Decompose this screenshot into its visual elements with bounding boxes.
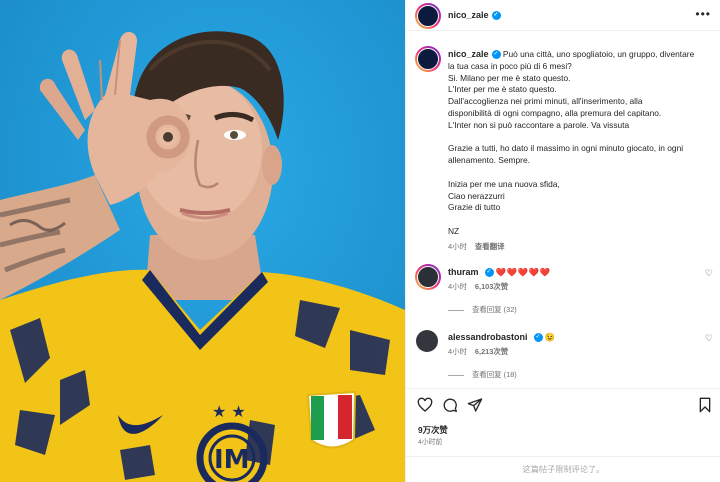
caption-line: L'Inter per me è stato questo. bbox=[448, 84, 557, 95]
commenter-avatar[interactable] bbox=[416, 330, 438, 352]
commenter-username[interactable]: alessandrobastoni bbox=[448, 332, 528, 342]
view-replies-button[interactable]: 查看回复 (32) bbox=[448, 304, 517, 315]
commenter-avatar[interactable] bbox=[415, 264, 441, 290]
comment-text: alessandrobastoni ✓ 😉 bbox=[448, 332, 555, 343]
likes-count[interactable]: 9万次赞 bbox=[418, 424, 448, 436]
player-photo: ★ ★ IM bbox=[0, 0, 405, 482]
caption-meta: 4小时 查看翻译 bbox=[448, 241, 504, 252]
view-replies-label[interactable]: 查看回复 (18) bbox=[472, 370, 517, 379]
share-icon[interactable] bbox=[467, 397, 483, 413]
caption-signature: NZ bbox=[448, 225, 460, 236]
caption-line: Si. Milano per me è stato questo. bbox=[448, 72, 571, 83]
comment-like-heart-icon[interactable]: ♡ bbox=[705, 268, 713, 279]
caption-avatar[interactable] bbox=[415, 46, 441, 72]
comment-likes[interactable]: 6,213次赞 bbox=[475, 347, 508, 356]
caption-line: allenamento. Sempre. bbox=[448, 155, 530, 166]
caption-line: la tua casa in poco più di 6 mesi? bbox=[448, 60, 572, 71]
comment-like-heart-icon[interactable]: ♡ bbox=[705, 333, 713, 344]
view-replies-button[interactable]: 查看回复 (18) bbox=[448, 369, 517, 380]
comment-body: 😉 bbox=[544, 332, 556, 342]
caption-line: Grazie a tutti, ho dato il massimo in og… bbox=[448, 143, 684, 154]
comments-section[interactable]: nico_zale ✓ Può una città, uno spogliatoi… bbox=[406, 32, 720, 388]
caption-line: Grazie di tutto bbox=[448, 202, 501, 213]
see-translation-link[interactable]: 查看翻译 bbox=[475, 242, 505, 251]
caption-line: Ciao nerazzurri bbox=[448, 190, 505, 201]
verified-badge-icon: ✓ bbox=[533, 333, 543, 343]
caption-time: 4小时 bbox=[448, 242, 467, 251]
author-avatar[interactable] bbox=[415, 3, 441, 29]
replies-divider bbox=[448, 309, 464, 311]
view-replies-label[interactable]: 查看回复 (32) bbox=[472, 305, 517, 314]
post-header: nico_zale ✓ ••• bbox=[406, 0, 720, 31]
author-username-text[interactable]: nico_zale bbox=[448, 10, 489, 20]
verified-badge-icon: ✓ bbox=[491, 50, 501, 60]
comment-text: thuram ✓ ❤️❤️❤️❤️❤️ bbox=[448, 267, 550, 278]
comment-icon[interactable] bbox=[442, 397, 458, 413]
post-image: ★ ★ IM bbox=[0, 0, 405, 482]
caption-text: nico_zale ✓ Può una città, uno spogliatoi… bbox=[448, 49, 713, 238]
post-sidebar: nico_zale ✓ ••• nico_zale ✓ Può una città,… bbox=[405, 0, 720, 482]
replies-divider bbox=[448, 374, 464, 376]
caption-line: L'Inter non si può raccontare a parole. … bbox=[448, 119, 630, 130]
comment-meta: 4小时 6,213次赞 bbox=[448, 346, 508, 357]
svg-text:IM: IM bbox=[214, 445, 250, 475]
verified-badge-icon: ✓ bbox=[484, 268, 494, 278]
comment-time: 4小时 bbox=[448, 347, 467, 356]
comment-time: 4小时 bbox=[448, 282, 467, 291]
bookmark-icon[interactable] bbox=[697, 397, 713, 413]
comment-likes[interactable]: 6,103次赞 bbox=[475, 282, 508, 291]
author-username[interactable]: nico_zale ✓ bbox=[448, 10, 501, 21]
caption-line: disponibilità di ogni compagno, alla pre… bbox=[448, 107, 662, 118]
caption-line: Può una città, uno spogliatoio, un grupp… bbox=[502, 49, 695, 59]
post-actions: 9万次赞 4小时前 bbox=[406, 388, 720, 446]
svg-text:★ ★: ★ ★ bbox=[212, 402, 246, 421]
comment-meta: 4小时 6,103次赞 bbox=[448, 281, 508, 292]
commenter-username[interactable]: thuram bbox=[448, 267, 479, 277]
more-options-icon[interactable]: ••• bbox=[695, 7, 711, 21]
comments-limited-notice: 这篇帖子限制评论了。 bbox=[406, 456, 720, 482]
post-timestamp: 4小时前 bbox=[418, 439, 443, 446]
verified-badge-icon: ✓ bbox=[491, 11, 501, 21]
caption-line: Inizia per me una nuova sfida, bbox=[448, 178, 560, 189]
comment-body: ❤️❤️❤️❤️❤️ bbox=[495, 267, 551, 277]
caption-line: Dall'accoglienza nei primi minuti, all'i… bbox=[448, 96, 643, 107]
heart-icon[interactable] bbox=[417, 397, 433, 413]
caption-username[interactable]: nico_zale bbox=[448, 49, 489, 59]
